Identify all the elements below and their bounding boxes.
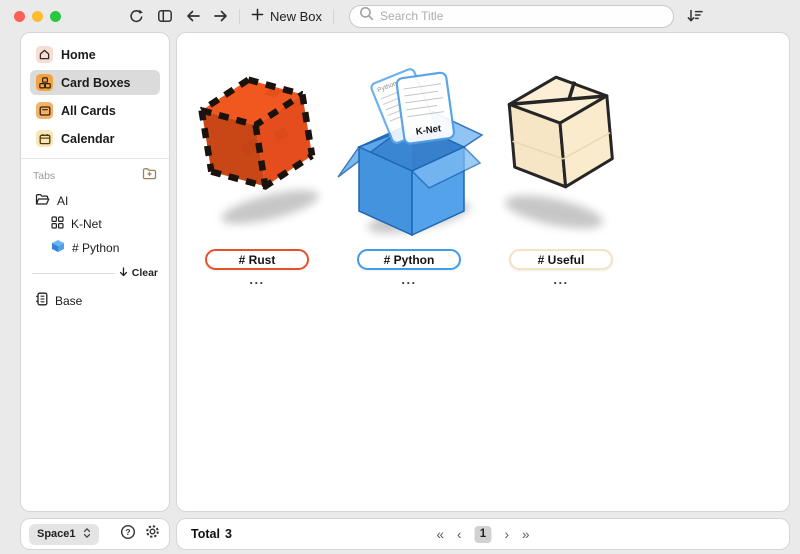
sidebar-item-home[interactable]: Home bbox=[30, 42, 160, 67]
sidebar: Home Card Boxes All Cards Calendar Tabs bbox=[20, 32, 170, 512]
refresh-icon[interactable] bbox=[125, 5, 148, 27]
title-bar: New Box bbox=[0, 0, 800, 32]
sort-icon[interactable] bbox=[683, 5, 706, 27]
new-box-button[interactable]: New Box bbox=[247, 6, 326, 26]
app-window: New Box Home Card Boxes bbox=[0, 0, 800, 554]
blue-cube-icon bbox=[51, 239, 65, 256]
tab-item-label: # Python bbox=[72, 241, 119, 255]
box-tag-rust[interactable]: # Rust bbox=[205, 249, 309, 270]
space-selector[interactable]: Space1 bbox=[29, 524, 99, 545]
box-card-rust: # Rust ... bbox=[182, 49, 332, 285]
useful-carton-illustration[interactable] bbox=[486, 49, 636, 241]
minimize-window-button[interactable] bbox=[32, 11, 43, 22]
chevron-updown-icon bbox=[83, 527, 91, 542]
sidebar-item-all-cards[interactable]: All Cards bbox=[30, 98, 160, 123]
box-card-useful: # Useful ... bbox=[486, 49, 636, 285]
search-input[interactable] bbox=[380, 9, 664, 23]
tab-folder-label: AI bbox=[57, 194, 68, 208]
zoom-window-button[interactable] bbox=[50, 11, 61, 22]
space-selector-label: Space1 bbox=[37, 528, 76, 540]
add-folder-icon[interactable] bbox=[142, 167, 157, 185]
search-icon bbox=[359, 6, 374, 26]
svg-text:?: ? bbox=[125, 527, 130, 537]
plus-icon bbox=[251, 8, 264, 24]
new-box-label: New Box bbox=[270, 9, 322, 24]
search-bar[interactable] bbox=[349, 5, 674, 28]
total-count: Total 3 bbox=[191, 527, 232, 541]
tab-item-python[interactable]: # Python bbox=[46, 236, 160, 259]
toolbar-divider bbox=[333, 9, 334, 24]
sidebar-item-label: All Cards bbox=[61, 104, 116, 118]
clear-tabs-row: Clear bbox=[32, 264, 158, 282]
back-icon[interactable] bbox=[181, 5, 204, 27]
status-bar: Total 3 « ‹ 1 › » bbox=[176, 518, 790, 550]
prev-page-button[interactable]: ‹ bbox=[457, 527, 462, 542]
toolbar-divider bbox=[239, 9, 240, 24]
box-menu-button[interactable]: ... bbox=[553, 275, 568, 285]
total-label: Total bbox=[191, 527, 220, 541]
sidebar-item-card-boxes[interactable]: Card Boxes bbox=[30, 70, 160, 95]
card-boxes-grid: # Rust ... Python bbox=[182, 49, 636, 285]
home-icon bbox=[36, 46, 53, 63]
python-open-box-illustration[interactable]: Python K-Net bbox=[334, 49, 484, 241]
help-icon[interactable]: ? bbox=[120, 524, 136, 545]
sidebar-item-label: Base bbox=[55, 294, 82, 308]
sidebar-item-label: Calendar bbox=[61, 132, 115, 146]
all-cards-icon bbox=[36, 102, 53, 119]
tab-item-knet[interactable]: K-Net bbox=[46, 213, 160, 235]
calendar-icon bbox=[36, 130, 53, 147]
current-page-indicator[interactable]: 1 bbox=[475, 526, 492, 543]
sidebar-item-calendar[interactable]: Calendar bbox=[30, 126, 160, 151]
box-tag-useful[interactable]: # Useful bbox=[509, 249, 613, 270]
tabs-title: Tabs bbox=[33, 170, 55, 182]
arrow-down-icon bbox=[119, 264, 128, 282]
box-menu-button[interactable]: ... bbox=[249, 275, 264, 285]
main-content: # Rust ... Python bbox=[176, 32, 790, 512]
grid-icon bbox=[51, 216, 64, 232]
folder-open-icon bbox=[35, 193, 50, 209]
clear-divider-line bbox=[32, 273, 115, 274]
toggle-sidebar-icon[interactable] bbox=[153, 5, 176, 27]
notebook-icon bbox=[35, 292, 48, 309]
sidebar-divider bbox=[21, 158, 169, 159]
sidebar-item-label: Home bbox=[61, 48, 96, 62]
tab-item-label: K-Net bbox=[71, 217, 102, 231]
sidebar-item-base[interactable]: Base bbox=[30, 289, 160, 312]
last-page-button[interactable]: » bbox=[522, 527, 530, 542]
card-boxes-icon bbox=[36, 74, 53, 91]
first-page-button[interactable]: « bbox=[436, 527, 444, 542]
traffic-lights bbox=[14, 11, 61, 22]
box-tag-python[interactable]: # Python bbox=[357, 249, 461, 270]
total-value: 3 bbox=[225, 527, 232, 541]
forward-icon[interactable] bbox=[209, 5, 232, 27]
close-window-button[interactable] bbox=[14, 11, 25, 22]
box-card-python: Python K-Net bbox=[334, 49, 484, 285]
pagination: « ‹ 1 › » bbox=[436, 526, 529, 543]
sidebar-footer: Space1 ? bbox=[20, 518, 170, 550]
clear-tabs-button[interactable]: Clear bbox=[132, 267, 158, 279]
tabs-section-header: Tabs bbox=[30, 166, 160, 190]
next-page-button[interactable]: › bbox=[505, 527, 510, 542]
settings-gear-icon[interactable] bbox=[144, 523, 161, 545]
tab-folder-ai[interactable]: AI bbox=[30, 190, 160, 212]
sidebar-item-label: Card Boxes bbox=[61, 76, 130, 90]
box-menu-button[interactable]: ... bbox=[401, 275, 416, 285]
rust-crate-illustration[interactable] bbox=[182, 49, 332, 241]
